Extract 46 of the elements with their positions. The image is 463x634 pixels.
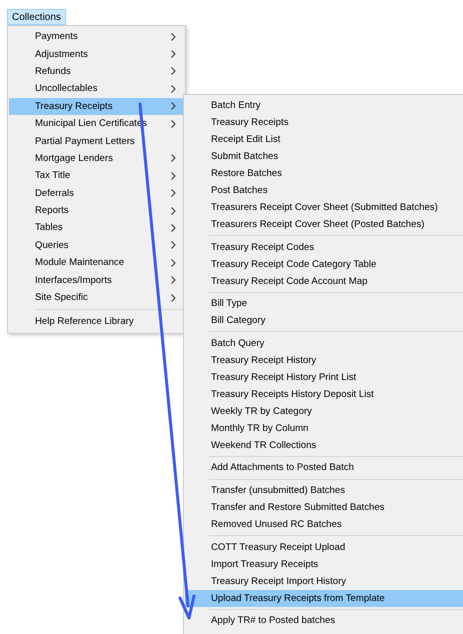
menu-item[interactable]: Weekly TR by Category — [185, 402, 463, 420]
menu-item[interactable]: Site Specific — [9, 288, 184, 306]
menu-item[interactable]: Reports — [9, 202, 184, 220]
menu-item[interactable]: Transfer and Restore Submitted Batches — [185, 498, 463, 516]
menu-item[interactable]: Uncollectables — [9, 80, 184, 98]
menu-item[interactable]: Module Maintenance — [9, 254, 184, 272]
menu-item[interactable]: Bill Type — [185, 295, 463, 312]
menu-item[interactable]: Deferrals — [9, 184, 184, 202]
menu-item[interactable]: Treasurers Receipt Cover Sheet (Submitted Batches) — [185, 199, 463, 216]
menu-item[interactable]: Treasury Receipt Codes — [185, 238, 463, 256]
menu-item[interactable]: Queries — [9, 236, 184, 254]
menu-item[interactable]: Bill Category — [185, 312, 463, 330]
menu-item[interactable]: Adjustments — [9, 45, 184, 63]
menu-item[interactable]: Treasury Receipt History Print List — [185, 368, 463, 386]
menu-item[interactable]: Treasury Receipt Import History — [185, 572, 463, 590]
menu-item[interactable]: Monthly TR by Column — [185, 420, 463, 437]
menu-item[interactable]: Restore Batches — [185, 165, 463, 182]
menu-item[interactable]: Tables — [9, 219, 184, 237]
menu-item[interactable]: Removed Unused RC Batches — [185, 516, 463, 533]
menu-item[interactable]: Refunds — [9, 62, 184, 80]
menu-item[interactable]: Treasury Receipt Code Category Table — [185, 256, 463, 273]
menu-item[interactable]: Treasury Receipt History — [185, 352, 463, 369]
menu-item[interactable]: Treasury Receipts History Deposit List — [185, 386, 463, 403]
menu-item[interactable]: Weekend TR Collections — [185, 436, 463, 454]
menu-item[interactable]: Batch Entry — [185, 97, 463, 114]
menu-item[interactable]: Upload Treasury Receipts from Template — [185, 590, 463, 607]
menu-item[interactable]: Treasury Receipt Code Account Map — [185, 272, 463, 290]
menu-item[interactable]: Apply TR# to Posted batches — [185, 612, 463, 630]
menu-item[interactable]: Transfer (unsubmitted) Batches — [185, 482, 463, 499]
menu-item[interactable]: Submit Batches — [185, 148, 463, 165]
menu-item[interactable]: Treasurers Receipt Cover Sheet (Posted Batches) — [185, 216, 463, 233]
menu-item[interactable]: Help Reference Library — [9, 313, 184, 331]
menu-item[interactable]: Batch Query — [185, 334, 463, 352]
menu-item[interactable]: Receipt Edit List — [185, 131, 463, 148]
menu-item[interactable]: Payments — [9, 28, 184, 46]
menu-item[interactable]: Treasury Receipts — [185, 114, 463, 131]
menu-item[interactable]: Tax Title — [9, 167, 184, 185]
menu-item[interactable]: Mortgage Lenders — [9, 150, 184, 168]
menu-bar-item[interactable]: Collections — [7, 9, 66, 25]
menu-item[interactable]: Treasury Receipts — [9, 98, 184, 115]
menu-item[interactable]: Partial Payment Letters — [9, 132, 184, 150]
menu-item[interactable]: Post Batches — [185, 182, 463, 199]
menu-item[interactable]: Interfaces/Imports — [9, 271, 184, 289]
menu-item[interactable]: Add Attachments to Posted Batch — [185, 459, 463, 476]
menu-item[interactable]: COTT Treasury Receipt Upload — [185, 538, 463, 556]
menu-item[interactable]: Import Treasury Receipts — [185, 556, 463, 573]
